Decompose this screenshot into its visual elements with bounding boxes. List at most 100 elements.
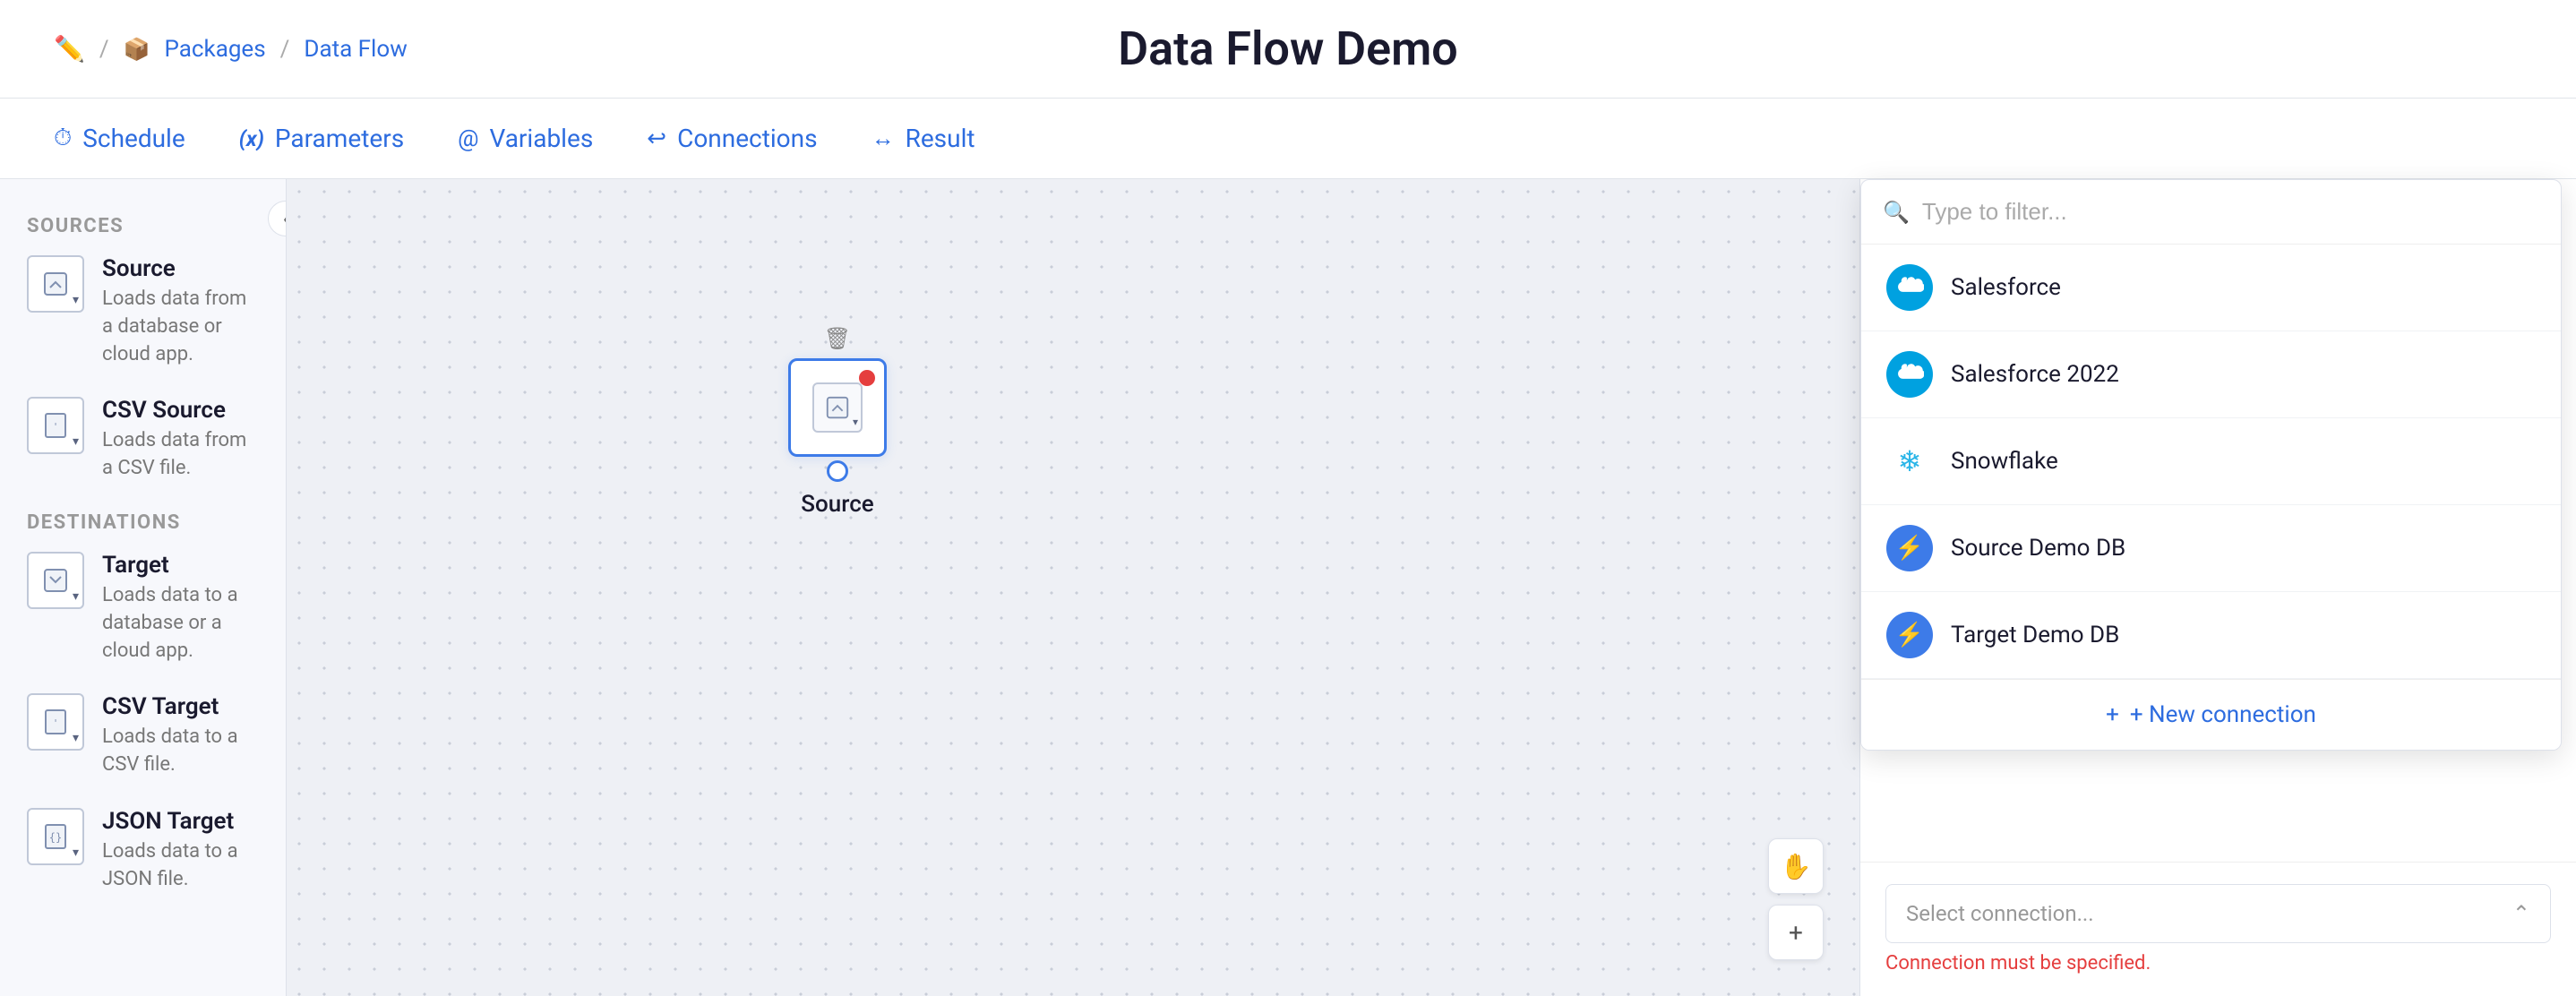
csv-source-icon: ' ▾ — [27, 397, 84, 454]
sidebar-item-source[interactable]: ▾ Source Loads data from a database or c… — [27, 255, 259, 368]
target-arrow-icon: ▾ — [73, 589, 79, 604]
node-connector — [827, 460, 848, 482]
target-icon: ▾ — [27, 552, 84, 609]
csv-target-icon: ' ▾ — [27, 693, 84, 751]
new-connection-plus-icon: + — [2106, 701, 2119, 728]
dropdown-search-area: 🔍 — [1861, 180, 2561, 245]
sidebar-item-target[interactable]: ▾ Target Loads data to a database or a c… — [27, 552, 259, 665]
right-panel: 🔍 Salesforce Salesforce 2022 — [1859, 179, 2576, 996]
tab-variables[interactable]: @ Variables — [458, 116, 593, 160]
result-icon: ↔ — [872, 124, 895, 152]
connection-select-dropdown[interactable]: Select connection... ⌃ — [1885, 884, 2551, 943]
sidebar-collapse-button[interactable]: ‹ — [268, 201, 287, 236]
dropdown-item-salesforce[interactable]: Salesforce — [1861, 245, 2561, 331]
new-connection-button[interactable]: + + New connection — [1861, 679, 2561, 750]
json-target-name: JSON Target — [102, 808, 259, 835]
sidebar: ‹ SOURCES ▾ Source Loads data from a dat… — [0, 179, 287, 996]
dropdown-item-salesforce-2022[interactable]: Salesforce 2022 — [1861, 331, 2561, 418]
tab-connections[interactable]: ↩ Connections — [647, 116, 817, 160]
source-desc: Loads data from a database or cloud app. — [102, 286, 259, 368]
dropdown-item-target-demo-db[interactable]: ⚡ Target Demo DB — [1861, 592, 2561, 679]
source-demo-db-label: Source Demo DB — [1951, 535, 2125, 562]
source-demo-db-icon: ⚡ — [1886, 525, 1933, 571]
dropdown-search-input[interactable] — [1922, 198, 2539, 226]
tab-parameters-label: Parameters — [275, 124, 404, 153]
csv-target-name: CSV Target — [102, 693, 259, 720]
schedule-icon: ⏱ — [54, 124, 72, 152]
dropdown-item-source-demo-db[interactable]: ⚡ Source Demo DB — [1861, 505, 2561, 592]
connection-selector: Select connection... ⌃ Connection must b… — [1860, 862, 2576, 996]
target-name: Target — [102, 552, 259, 579]
sources-section-label: SOURCES — [27, 215, 259, 237]
target-demo-db-label: Target Demo DB — [1951, 622, 2119, 648]
source-name: Source — [102, 255, 259, 282]
sidebar-item-csv-source[interactable]: ' ▾ CSV Source Loads data from a CSV fil… — [27, 397, 259, 483]
search-icon: 🔍 — [1883, 200, 1910, 225]
connection-dropdown[interactable]: 🔍 Salesforce Salesforce 2022 — [1860, 179, 2562, 751]
toolbar: ⏱ Schedule (x) Parameters @ Variables ↩ … — [0, 99, 2576, 179]
json-target-arrow-icon: ▾ — [73, 846, 79, 860]
header: ✏️ / 📦 Packages / Data Flow Data Flow De… — [0, 0, 2576, 99]
tab-connections-label: Connections — [677, 124, 817, 153]
breadcrumb: ✏️ / 📦 Packages / Data Flow — [54, 34, 408, 64]
csv-target-desc: Loads data to a CSV file. — [102, 724, 259, 779]
home-icon[interactable]: ✏️ — [54, 34, 85, 64]
tab-parameters[interactable]: (x) Parameters — [239, 116, 404, 160]
pan-tool-button[interactable]: ✋ — [1768, 838, 1824, 894]
json-target-desc: Loads data to a JSON file. — [102, 838, 259, 894]
destinations-section-label: DESTINATIONS — [27, 511, 259, 534]
main-layout: ‹ SOURCES ▾ Source Loads data from a dat… — [0, 179, 2576, 996]
salesforce-icon — [1886, 264, 1933, 311]
target-desc: Loads data to a database or a cloud app. — [102, 582, 259, 665]
breadcrumb-sep-2: / — [280, 36, 290, 63]
breadcrumb-sep-1: / — [99, 36, 109, 63]
canvas-node-source[interactable]: 🗑 ▾ Source — [788, 358, 887, 518]
salesforce2022-icon — [1886, 351, 1933, 398]
snowflake-icon: ❄ — [1886, 438, 1933, 485]
sidebar-item-csv-target[interactable]: ' ▾ CSV Target Loads data to a CSV file. — [27, 693, 259, 779]
new-connection-label: + New connection — [2130, 701, 2316, 728]
salesforce-label: Salesforce — [1951, 274, 2061, 301]
csv-target-arrow-icon: ▾ — [73, 731, 79, 745]
csv-target-text: CSV Target Loads data to a CSV file. — [102, 693, 259, 779]
snowflake-label: Snowflake — [1951, 448, 2058, 475]
connection-select-placeholder: Select connection... — [1906, 901, 2094, 926]
csv-source-name: CSV Source — [102, 397, 259, 424]
node-delete-button[interactable]: 🗑 — [824, 326, 851, 351]
tab-result[interactable]: ↔ Result — [872, 116, 975, 160]
zoom-in-button[interactable]: + — [1768, 905, 1824, 960]
canvas-controls: ✋ + — [1768, 838, 1824, 960]
sidebar-item-json-target[interactable]: {} ▾ JSON Target Loads data to a JSON fi… — [27, 808, 259, 894]
canvas-area[interactable]: 🗑 ▾ Source ✋ + — [287, 179, 1859, 996]
tab-result-label: Result — [906, 124, 975, 153]
svg-text:': ' — [53, 421, 59, 433]
svg-text:{}: {} — [49, 831, 62, 844]
breadcrumb-dataflow[interactable]: Data Flow — [304, 36, 407, 63]
target-demo-db-icon: ⚡ — [1886, 612, 1933, 658]
dropdown-item-snowflake[interactable]: ❄ Snowflake — [1861, 418, 2561, 505]
tab-variables-label: Variables — [490, 124, 594, 153]
packages-icon: 📦 — [124, 37, 150, 62]
tab-schedule[interactable]: ⏱ Schedule — [54, 116, 185, 160]
svg-text:': ' — [53, 717, 59, 729]
connections-icon: ↩ — [647, 125, 666, 152]
parameters-icon: (x) — [239, 126, 264, 151]
node-inner-icon: ▾ — [812, 382, 863, 433]
node-arrow-icon: ▾ — [853, 416, 858, 428]
tab-schedule-label: Schedule — [82, 124, 185, 153]
chevron-up-icon: ⌃ — [2512, 901, 2530, 926]
target-text: Target Loads data to a database or a clo… — [102, 552, 259, 665]
node-label: Source — [801, 491, 873, 518]
json-target-icon: {} ▾ — [27, 808, 84, 865]
source-icon: ▾ — [27, 255, 84, 313]
breadcrumb-packages[interactable]: Packages — [165, 36, 266, 63]
csv-source-arrow-icon: ▾ — [73, 434, 79, 449]
json-target-text: JSON Target Loads data to a JSON file. — [102, 808, 259, 894]
page-title: Data Flow Demo — [1118, 21, 1457, 76]
source-text: Source Loads data from a database or clo… — [102, 255, 259, 368]
variables-icon: @ — [458, 125, 478, 152]
salesforce2022-label: Salesforce 2022 — [1951, 361, 2119, 388]
node-box[interactable]: ▾ — [788, 358, 887, 457]
source-arrow-icon: ▾ — [73, 293, 79, 307]
connection-error-message: Connection must be specified. — [1885, 952, 2551, 975]
